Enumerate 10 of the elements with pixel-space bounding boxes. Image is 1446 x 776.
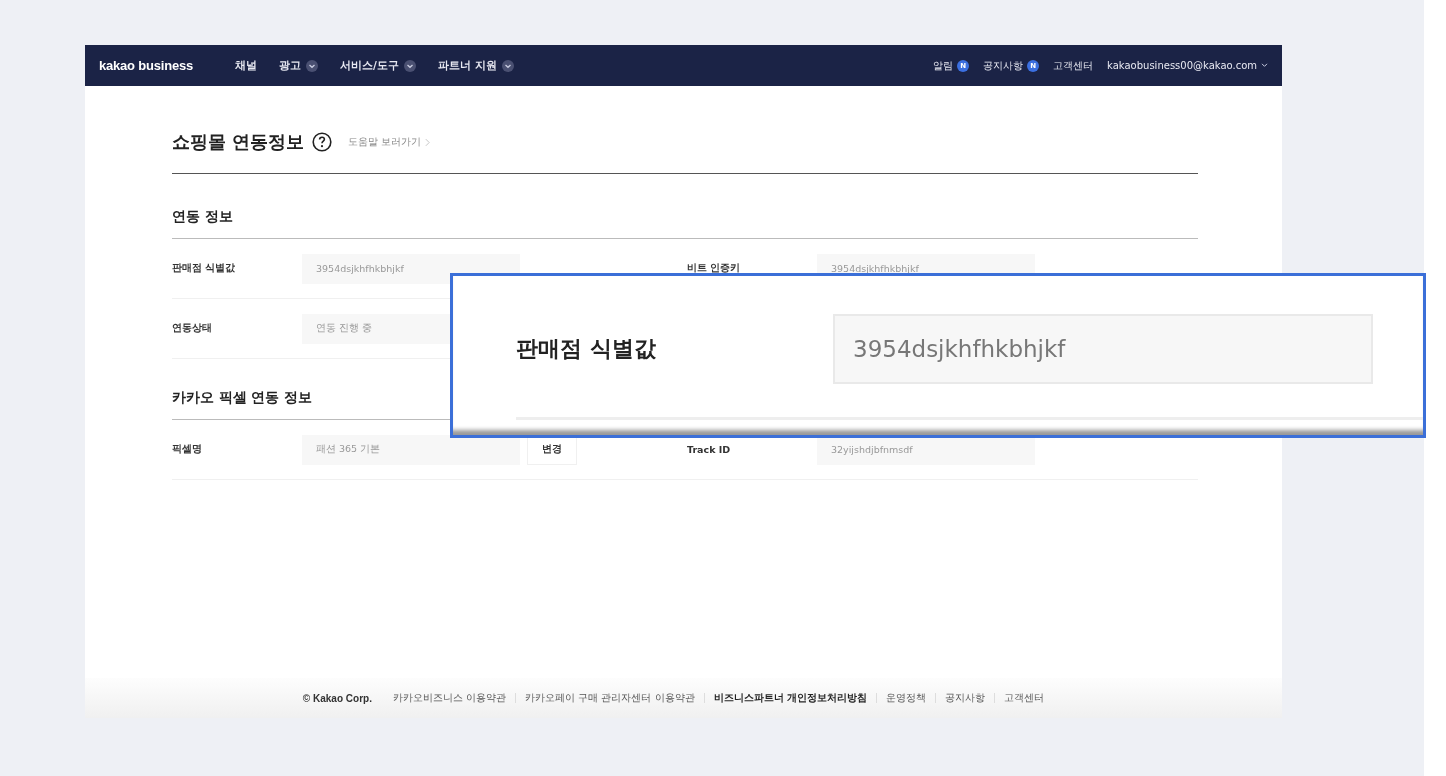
field-label: Track ID [687,444,732,455]
field-label: 연동상태 [172,322,213,335]
field-label: 판매점 식별값 [172,262,237,275]
copyright-text: © Kakao Corp. [302,692,372,704]
page-title: 쇼핑몰 연동정보 [172,130,305,154]
readonly-field: 패션 365 기본 [302,434,520,465]
field-label: 픽셀명 [172,443,203,456]
readonly-field: 3954dsjkhfhkbhjkf [833,314,1373,384]
section-title: 연동 정보 [172,174,1198,239]
field-label: 비트 인증키 [687,262,742,275]
